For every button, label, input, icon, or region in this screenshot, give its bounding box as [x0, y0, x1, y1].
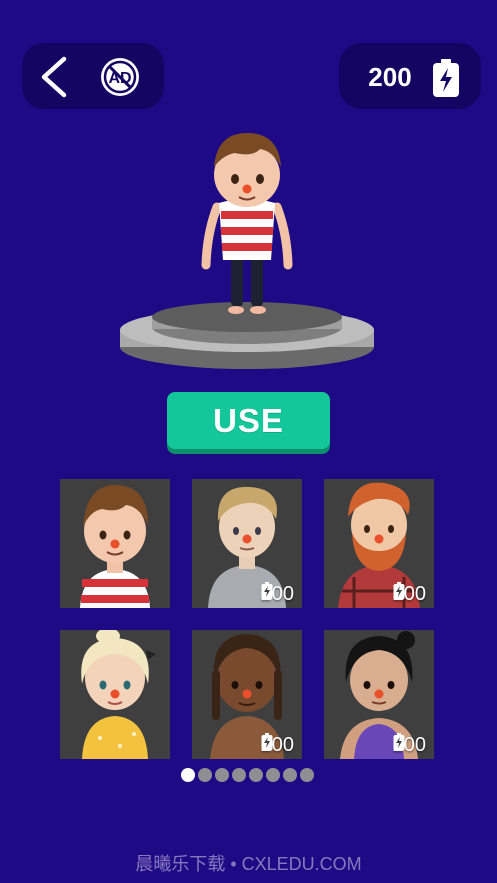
character-card-blonde-girl[interactable]: 200 [60, 630, 170, 759]
page-dot-2[interactable] [198, 768, 212, 782]
price-tag: 200 [393, 582, 426, 606]
page-dot-7[interactable] [283, 768, 297, 782]
no-ads-button[interactable]: AD [100, 57, 140, 97]
page-dot-3[interactable] [215, 768, 229, 782]
boy-avatar [80, 485, 150, 608]
blonde-girl-avatar [81, 630, 156, 759]
character-card-blond-man[interactable]: 200 [192, 479, 302, 608]
character-on-pedestal [120, 133, 374, 369]
page-dot-4[interactable] [232, 768, 246, 782]
battery-bolt-icon [432, 58, 460, 98]
price-tag: 200 [261, 733, 294, 757]
energy-balance: 200 [368, 62, 412, 92]
use-button[interactable]: USE [167, 392, 330, 449]
battery-bolt-icon [393, 582, 405, 600]
battery-bolt-icon [261, 582, 273, 600]
character-card-purple-woman[interactable]: 200 [324, 630, 434, 759]
page-dot-8[interactable] [300, 768, 314, 782]
character-card-boy[interactable] [60, 479, 170, 608]
page-dot-5[interactable] [249, 768, 263, 782]
no-ads-icon: AD [101, 58, 139, 96]
character-preview [115, 115, 380, 380]
battery-bolt-icon [261, 733, 273, 751]
battery-bolt-icon [393, 733, 405, 751]
pagination-dots [181, 768, 314, 782]
price-tag: 200 [261, 582, 294, 606]
price-tag: 200 [393, 733, 426, 757]
back-button[interactable] [38, 56, 72, 98]
watermark: 晨曦乐下载 • CXLEDU.COM [135, 854, 362, 874]
page-dot-6[interactable] [266, 768, 280, 782]
character-card-bearded-man[interactable]: 200 [324, 479, 434, 608]
character-card-dreadlocks-woman[interactable]: 200 [192, 630, 302, 759]
chevron-left-icon [41, 56, 67, 98]
page-dot-1[interactable] [181, 768, 195, 782]
